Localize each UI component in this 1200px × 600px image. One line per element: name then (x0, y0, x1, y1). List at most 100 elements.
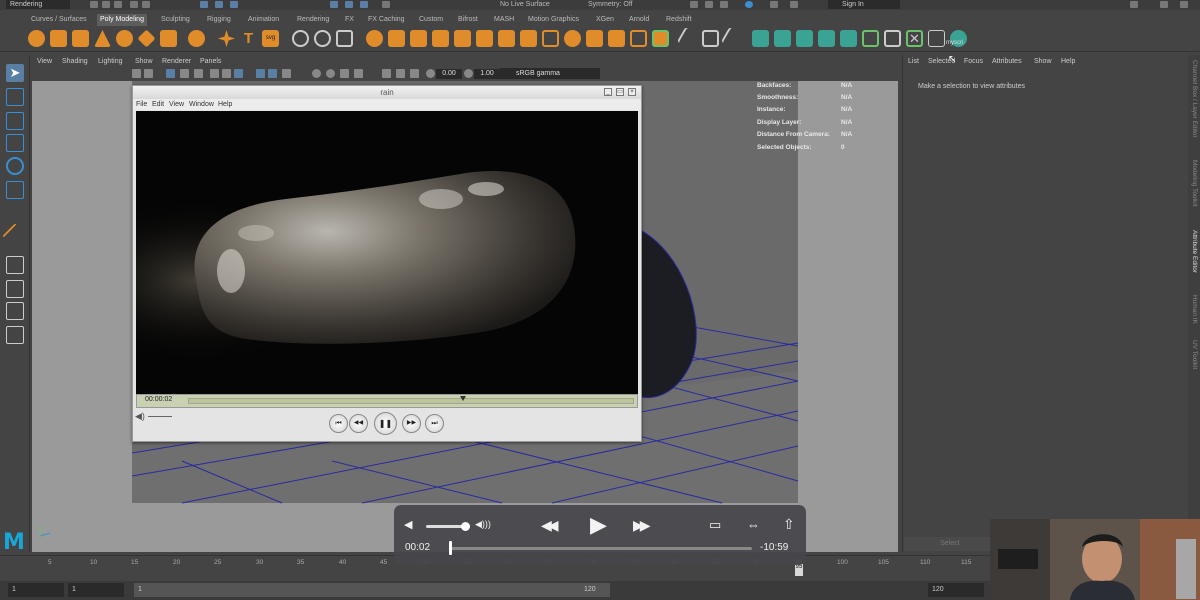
qt-forward-button[interactable]: ▶▶ (633, 517, 650, 534)
textured-icon[interactable] (234, 69, 243, 78)
soften-edge-icon[interactable] (652, 30, 669, 47)
shelf-tab[interactable]: Rigging (204, 14, 234, 26)
shelf-tab[interactable]: XGen (593, 14, 617, 26)
outliner-layout-icon[interactable] (6, 326, 24, 344)
undo-icon[interactable] (130, 1, 138, 8)
cut-uv-icon[interactable] (884, 30, 901, 47)
panel-menu-item[interactable]: Renderer (162, 58, 191, 65)
panel-menu-item[interactable]: Show (135, 58, 153, 65)
bridge-icon[interactable] (388, 30, 405, 47)
snap-curve-icon[interactable] (345, 1, 353, 8)
live-surface-label[interactable]: No Live Surface (500, 0, 550, 9)
qt-airplay-icon[interactable]: ▭ (709, 517, 721, 533)
rotate-tool-icon[interactable] (6, 157, 24, 175)
playback-start-field[interactable]: 1 (68, 583, 124, 597)
attr-menu-item[interactable]: Attributes (992, 58, 1022, 65)
paint-select-icon[interactable] (6, 112, 24, 130)
next-button[interactable]: ⏭ (425, 414, 444, 433)
uv-auto-icon[interactable] (818, 30, 835, 47)
range-slider[interactable]: 1 (134, 583, 610, 597)
snap-grid-icon[interactable] (330, 1, 338, 8)
dof-icon[interactable] (410, 69, 419, 78)
snap-point-icon[interactable] (360, 1, 368, 8)
sign-in-button[interactable]: Sign In (828, 0, 900, 9)
grid-uv-icon[interactable] (928, 30, 945, 47)
symmetry-dropdown[interactable]: Symmetry: Off (588, 0, 633, 9)
player-volume-icon[interactable]: ◀) (135, 411, 145, 422)
player-scrub-track[interactable] (188, 398, 634, 404)
move-tool-icon[interactable] (6, 134, 24, 152)
motion-blur-icon[interactable] (382, 69, 391, 78)
smooth-shade-icon[interactable] (222, 69, 231, 78)
menu-set-dropdown[interactable]: Rendering (6, 0, 70, 9)
crease-icon[interactable] (702, 30, 719, 47)
xray-icon[interactable] (326, 69, 335, 78)
redo-icon[interactable] (142, 1, 150, 8)
attr-menu-item[interactable]: Show (1034, 58, 1052, 65)
shelf-tab[interactable]: Motion Graphics (525, 14, 582, 26)
qt-share-icon[interactable]: ⇧ (783, 516, 795, 533)
smooth-icon[interactable] (336, 30, 353, 47)
shadows-icon[interactable] (268, 69, 277, 78)
rain-menu-item[interactable]: Edit (152, 101, 164, 108)
scale-tool-icon[interactable] (6, 181, 24, 199)
panel-menu-item[interactable]: Lighting (98, 58, 123, 65)
open-scene-icon[interactable] (102, 1, 110, 8)
history-icon[interactable] (382, 1, 390, 8)
rewind-button[interactable]: ◀◀ (349, 414, 368, 433)
shelf-tab[interactable]: Bifrost (455, 14, 481, 26)
camera-attributes-icon[interactable] (132, 69, 141, 78)
shelf-tab[interactable]: MASH (491, 14, 517, 26)
side-tab-human-ik[interactable]: Human IK (1191, 295, 1198, 324)
restore-button[interactable]: ▭ (616, 88, 624, 96)
prev-button[interactable]: ⏮ (329, 414, 348, 433)
panel-menu-item[interactable]: View (37, 58, 52, 65)
platonic-solid-icon[interactable] (188, 30, 205, 47)
select-component-icon[interactable] (230, 1, 238, 8)
attr-menu-item[interactable]: Focus (964, 58, 983, 65)
scrub-handle[interactable] (460, 396, 466, 401)
panel-menu-item[interactable]: Panels (200, 58, 221, 65)
rain-menu-item[interactable]: Help (218, 101, 232, 108)
shelf-tab[interactable]: FX (342, 14, 357, 26)
qt-rewind-button[interactable]: ◀◀ (541, 517, 558, 534)
new-scene-icon[interactable] (90, 1, 98, 8)
qt-volume-max-icon[interactable]: ◀))) (475, 519, 491, 530)
toggle-panel-icon[interactable] (1130, 1, 1138, 8)
close-button[interactable]: × (628, 88, 636, 96)
xray-joints-icon[interactable] (340, 69, 349, 78)
backface-culling-icon[interactable] (354, 69, 363, 78)
timeline-playhead[interactable]: 95 (795, 564, 803, 576)
qt-progress-track[interactable] (450, 547, 752, 550)
uv-spherical-icon[interactable] (796, 30, 813, 47)
qt-progress-handle[interactable] (449, 541, 452, 555)
qt-play-button[interactable]: ▶ (590, 512, 607, 538)
render-settings-icon[interactable] (720, 1, 728, 8)
four-view-icon[interactable] (6, 280, 24, 298)
exposure-icon[interactable] (426, 69, 435, 78)
rain-menu-item[interactable]: File (136, 101, 147, 108)
toggle-panel-icon[interactable] (1180, 1, 1188, 8)
player-volume-slider[interactable] (148, 416, 172, 417)
extrude-icon[interactable] (366, 30, 383, 47)
minimize-button[interactable]: _ (604, 88, 612, 96)
shelf-tab[interactable]: Curves / Surfaces (28, 14, 90, 26)
poly-disc-icon[interactable] (160, 30, 177, 47)
forward-button[interactable]: ▶▶ (402, 414, 421, 433)
exposure-field[interactable]: 0.00 (436, 69, 462, 79)
append-icon[interactable] (432, 30, 449, 47)
qt-volume-knob[interactable] (461, 522, 470, 531)
ipr-render-icon[interactable] (705, 1, 713, 8)
bevel-icon[interactable] (410, 30, 427, 47)
panel-menu-item[interactable]: Shading (62, 58, 88, 65)
uv-editor-icon[interactable] (862, 30, 879, 47)
attr-menu-item[interactable]: List (908, 58, 919, 65)
poly-cube-icon[interactable] (50, 30, 67, 47)
fill-hole-icon[interactable] (454, 30, 471, 47)
sew-uv-icon[interactable]: ✕ (906, 30, 923, 47)
separate-icon[interactable] (314, 30, 331, 47)
rain-menu-item[interactable]: View (169, 101, 184, 108)
rain-menu-item[interactable]: Window (189, 101, 214, 108)
save-scene-icon[interactable] (114, 1, 122, 8)
poly-sphere-icon[interactable] (28, 30, 45, 47)
